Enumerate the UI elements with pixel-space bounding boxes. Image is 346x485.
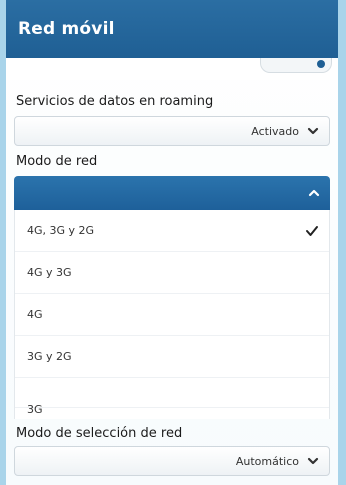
toggle-switch[interactable] [260, 58, 332, 73]
option-3g[interactable]: 3G [15, 378, 329, 416]
chevron-down-icon [307, 125, 319, 137]
chevron-down-icon [307, 455, 319, 467]
network-mode-label: Modo de red [16, 154, 98, 169]
page-title: Red móvil [18, 19, 115, 39]
option-4g[interactable]: 4G [15, 294, 329, 336]
network-mode-dropdown[interactable] [14, 176, 330, 210]
option-label: 3G [27, 403, 43, 416]
option-4g-3g-2g[interactable]: 4G, 3G y 2G [15, 210, 329, 252]
title-bar: Red móvil [6, 0, 338, 58]
roaming-label: Servicios de datos en roaming [16, 94, 214, 109]
chevron-up-icon [308, 187, 320, 199]
roaming-value: Activado [251, 124, 299, 138]
option-4g-3g[interactable]: 4G y 3G [15, 252, 329, 294]
checkmark-icon [305, 224, 319, 238]
option-3g-2g[interactable]: 3G y 2G [15, 336, 329, 378]
previous-setting-row [6, 58, 338, 80]
option-label: 4G, 3G y 2G [27, 224, 95, 237]
roaming-dropdown[interactable]: Activado [14, 116, 330, 146]
option-label: 3G y 2G [27, 350, 72, 363]
network-selection-dropdown[interactable]: Automático [14, 446, 330, 476]
toggle-knob [317, 60, 325, 68]
option-label: 4G [27, 308, 43, 321]
screen: Red móvil Servicios de datos en roaming … [0, 0, 346, 485]
option-label: 4G y 3G [27, 266, 72, 279]
network-selection-label: Modo de selección de red [16, 426, 183, 441]
network-selection-value: Automático [235, 454, 299, 468]
network-mode-options: 4G, 3G y 2G 4G y 3G 4G 3G y 2G 3G [14, 210, 330, 419]
